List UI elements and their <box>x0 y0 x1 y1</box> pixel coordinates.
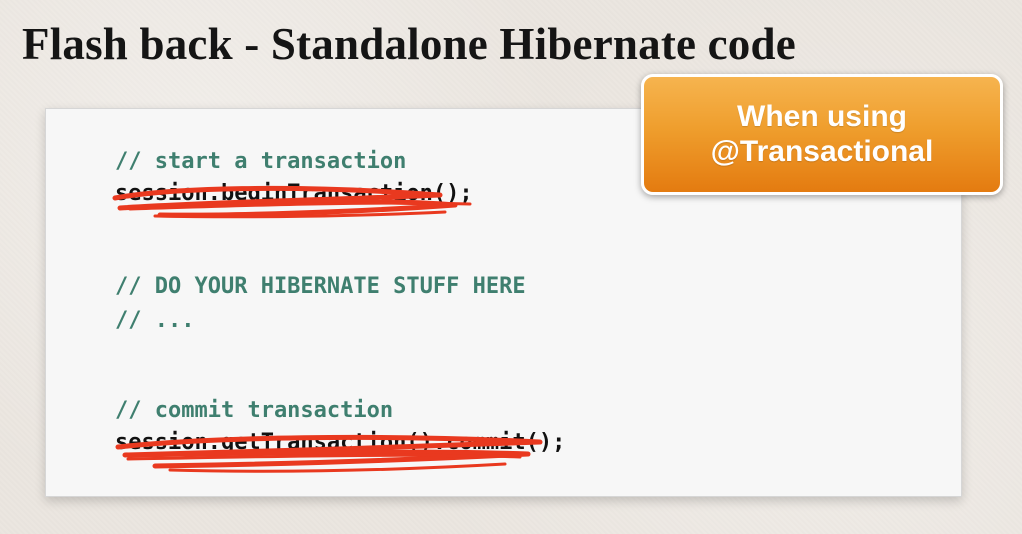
code-commit-transaction: session.getTransaction().commit(); <box>115 430 566 455</box>
callout-line-1: When using <box>737 100 907 133</box>
slide-title: Flash back - Standalone Hibernate code <box>22 19 796 69</box>
code-begin-transaction: session.beginTransaction(); <box>115 181 473 206</box>
comment-do-hibernate-stuff: // DO YOUR HIBERNATE STUFF HERE <box>115 274 526 299</box>
comment-ellipsis: // ... <box>115 308 195 333</box>
comment-start-transaction: // start a transaction <box>115 149 407 174</box>
comment-commit-transaction: // commit transaction <box>115 398 394 423</box>
callout-line-2: @Transactional <box>710 134 934 168</box>
transactional-callout: When using @Transactional <box>641 74 1003 195</box>
